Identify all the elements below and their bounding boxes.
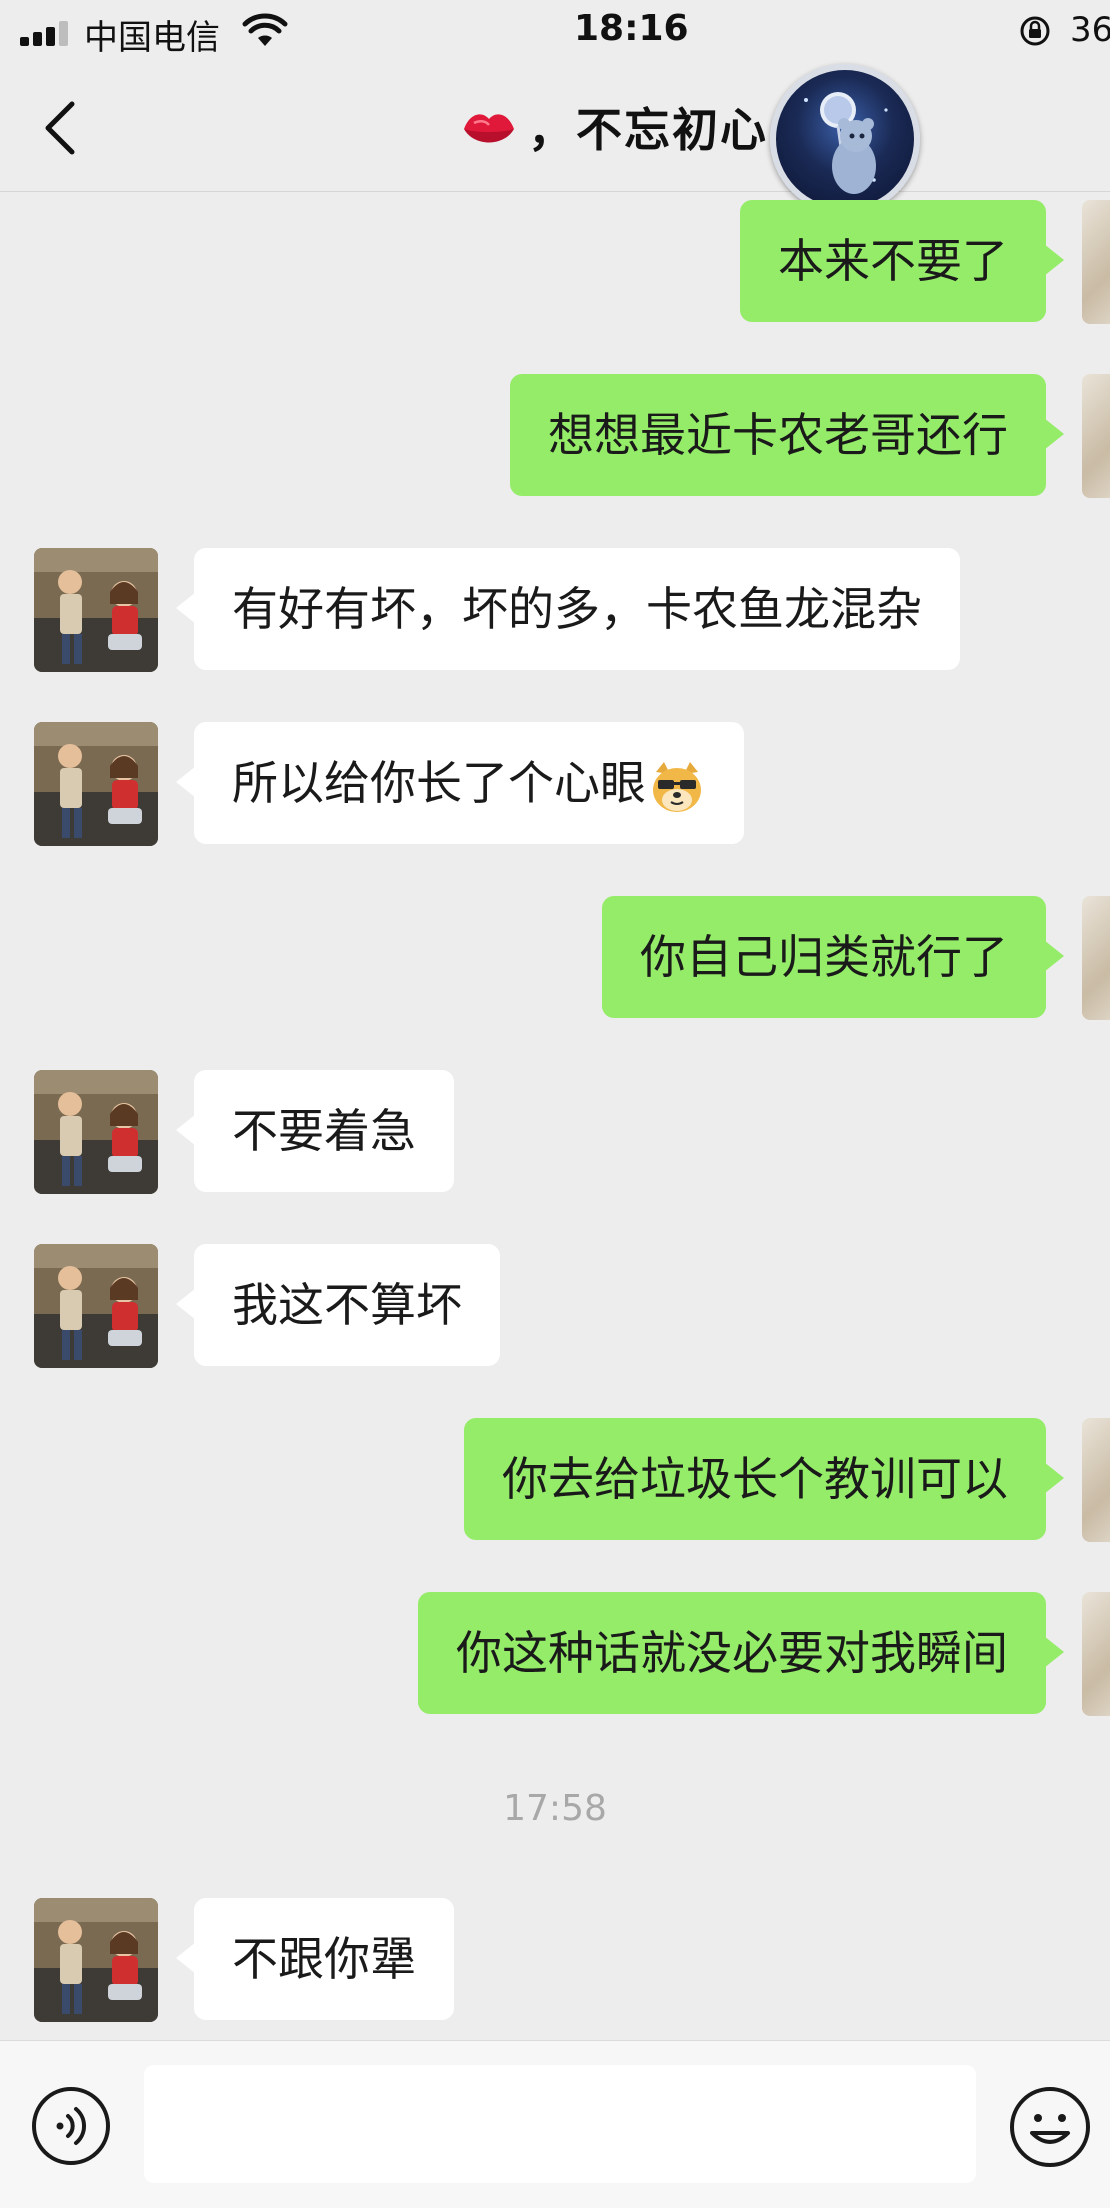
my-avatar[interactable] — [1082, 200, 1110, 324]
kids-photo-icon — [34, 1898, 158, 2022]
bear-figure-icon — [804, 92, 888, 194]
input-bar — [0, 2040, 1110, 2208]
chat-title[interactable]: ，不忘初心 — [460, 94, 768, 160]
signal-icon — [20, 20, 72, 46]
message-bubble-received[interactable]: 不要着急 — [176, 1070, 454, 1192]
message-timestamp: 17:58 — [503, 1788, 607, 1829]
rotation-lock-icon — [1020, 16, 1050, 46]
contact-avatar[interactable] — [34, 1244, 158, 1368]
contact-avatar[interactable] — [34, 548, 158, 672]
kids-photo-icon — [34, 722, 158, 846]
message-bubble-sent[interactable]: 本来不要了 — [740, 200, 1064, 322]
message-bubble-sent[interactable]: 你自己归类就行了 — [602, 896, 1064, 1018]
kids-photo-icon — [34, 548, 158, 672]
smiley-icon[interactable] — [1008, 2085, 1092, 2169]
wifi-icon — [242, 13, 288, 46]
message-bubble-received[interactable]: 我这不算坏 — [176, 1244, 500, 1366]
message-list[interactable]: 本来不要了 想想最近卡农老哥还行 有好有坏，坏的多，卡农鱼龙混杂 所以给你长了个… — [0, 192, 1110, 2040]
chat-header: ，不忘初心 — [0, 64, 1110, 214]
message-bubble-received[interactable]: 所以给你长了个心眼 — [176, 722, 744, 844]
kiss-lips-icon — [464, 114, 514, 143]
message-bubble-sent[interactable]: 你去给垃圾长个教训可以 — [464, 1418, 1064, 1540]
status-time: 18:16 — [574, 8, 689, 49]
kids-photo-icon — [34, 1244, 158, 1368]
message-bubble-sent[interactable]: 想想最近卡农老哥还行 — [510, 374, 1064, 496]
my-avatar[interactable] — [1082, 1592, 1110, 1716]
message-bubble-sent[interactable]: 你这种话就没必要对我瞬间 — [418, 1592, 1064, 1714]
my-avatar[interactable] — [1082, 1418, 1110, 1542]
doge-sunglasses-emoji — [653, 761, 701, 812]
contact-avatar[interactable] — [34, 1898, 158, 2022]
my-avatar[interactable] — [1082, 896, 1110, 1020]
message-text: 所以给你长了个心眼 — [232, 756, 646, 810]
back-arrow-icon[interactable] — [40, 100, 80, 156]
voice-icon[interactable] — [30, 2085, 112, 2167]
message-input[interactable] — [144, 2065, 976, 2183]
message-bubble-received[interactable]: 有好有坏，坏的多，卡农鱼龙混杂 — [176, 548, 960, 670]
chat-title-text: ，不忘初心 — [528, 103, 768, 157]
kids-photo-icon — [34, 1070, 158, 1194]
contact-avatar[interactable] — [34, 722, 158, 846]
my-avatar[interactable] — [1082, 374, 1110, 498]
contact-avatar[interactable] — [34, 1070, 158, 1194]
battery-percent: 36 — [1070, 10, 1110, 50]
carrier-name: 中国电信 — [84, 18, 220, 58]
message-bubble-received[interactable]: 不跟你犟 — [176, 1898, 454, 2020]
status-bar: 中国电信 18:16 36 — [0, 0, 1110, 64]
